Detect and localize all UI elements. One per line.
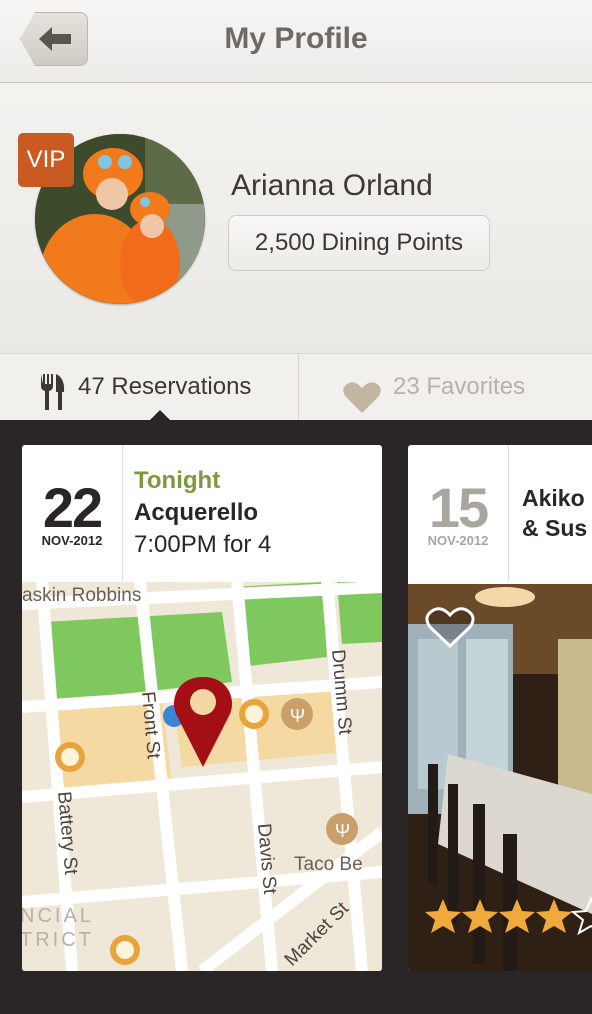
reservation-info: Tonight Acquerello 7:00PM for 4	[134, 467, 271, 559]
tab-reservations[interactable]: 47 Reservations	[0, 354, 297, 420]
reservation-map[interactable]: askin Robbins Front St Drumm St Battery …	[22, 582, 382, 971]
bag-icon	[110, 935, 140, 965]
page-title: My Profile	[224, 22, 368, 55]
fork-knife-icon	[40, 370, 66, 436]
profile-tabs: 47 Reservations 23 Favorites	[0, 353, 592, 420]
reservation-card[interactable]: 15 NOV-2012 Akiko & Sus	[408, 445, 592, 971]
dining-points-button[interactable]: 2,500 Dining Points	[228, 215, 490, 271]
reservation-month: NOV-2012	[427, 533, 489, 548]
profile-section: VIP Arianna Orland 2,500 Dining Points	[0, 83, 592, 353]
map-label-poi: askin Robbins	[22, 585, 141, 606]
header-bar: My Profile	[0, 0, 592, 83]
active-tab-pointer	[150, 410, 170, 420]
date-block: 15 NOV-2012	[408, 445, 509, 582]
restaurant-photo[interactable]	[408, 584, 592, 971]
reservation-time: 7:00PM for 4	[134, 531, 272, 558]
svg-text:Ψ: Ψ	[335, 821, 350, 841]
svg-text:Ψ: Ψ	[290, 706, 305, 726]
reservation-card[interactable]: 22 NOV-2012 Tonight Acquerello 7:00PM fo…	[22, 445, 382, 971]
reservation-day: 15	[428, 476, 489, 539]
restaurant-name-line1: Akiko	[522, 485, 585, 511]
reservation-day: 22	[42, 476, 103, 539]
restaurant-map-icon: Ψ	[326, 813, 358, 845]
tab-favorites[interactable]: 23 Favorites	[298, 354, 592, 420]
restaurant-name: Acquerello	[134, 499, 259, 526]
bag-icon	[55, 742, 85, 772]
reservation-month: NOV-2012	[41, 533, 103, 548]
restaurant-map-icon: Ψ	[281, 698, 313, 730]
reservation-when: Tonight	[134, 467, 221, 494]
vip-badge: VIP	[18, 133, 74, 187]
tab-favorites-label: 23 Favorites	[393, 373, 526, 400]
map-label-taco: Taco Be	[294, 854, 363, 875]
user-name: Arianna Orland	[231, 169, 433, 202]
map-label-district-1: NCIAL	[22, 905, 94, 927]
reservation-info: Akiko & Sus	[522, 483, 587, 543]
bag-icon	[239, 699, 269, 729]
date-block: 22 NOV-2012	[22, 445, 123, 582]
map-label-district-2: TRICT	[22, 929, 94, 951]
heart-icon	[343, 373, 381, 439]
restaurant-name-line2: & Sus	[522, 515, 588, 541]
